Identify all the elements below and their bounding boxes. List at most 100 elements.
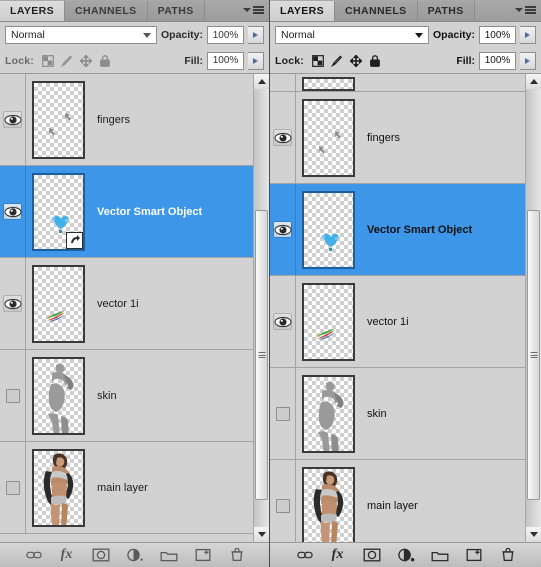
- lock-position-icon[interactable]: [80, 54, 93, 67]
- new-layer-icon[interactable]: [194, 547, 212, 563]
- layer-row[interactable]: fingers: [0, 74, 253, 166]
- blend-mode-select[interactable]: Normal: [5, 26, 157, 44]
- visibility-cell[interactable]: [0, 74, 26, 165]
- lock-image-pixels-icon[interactable]: [331, 54, 343, 67]
- opacity-input[interactable]: 100%: [207, 26, 244, 44]
- tab-paths[interactable]: PATHS: [147, 1, 205, 21]
- layer-thumbnail-cell[interactable]: [26, 356, 93, 435]
- scrollbar-thumb[interactable]: [255, 210, 268, 500]
- scroll-down-button[interactable]: [254, 527, 269, 542]
- layer-visibility-toggle[interactable]: [5, 388, 20, 403]
- layer-thumbnail[interactable]: [32, 172, 85, 251]
- opacity-stepper[interactable]: [520, 26, 536, 44]
- opacity-input[interactable]: 100%: [479, 26, 516, 44]
- layer-visibility-eye-icon[interactable]: [273, 313, 292, 330]
- layer-visibility-eye-icon[interactable]: [3, 203, 22, 220]
- layer-name[interactable]: Vector Smart Object: [363, 224, 525, 236]
- visibility-cell[interactable]: [0, 258, 26, 349]
- layer-name[interactable]: skin: [363, 408, 525, 420]
- panel-menu-icon[interactable]: [240, 4, 264, 16]
- layer-name[interactable]: fingers: [363, 132, 525, 144]
- adjustment-layer-icon[interactable]: [397, 547, 415, 563]
- layer-thumbnail[interactable]: [32, 356, 85, 435]
- tab-paths[interactable]: PATHS: [417, 1, 475, 21]
- layer-visibility-eye-icon[interactable]: [3, 111, 22, 128]
- layer-visibility-eye-icon[interactable]: [3, 295, 22, 312]
- layer-row[interactable]: skin: [270, 368, 525, 460]
- panel-menu-icon[interactable]: [512, 4, 536, 16]
- layer-name[interactable]: main layer: [93, 482, 253, 494]
- fill-input[interactable]: 100%: [479, 51, 516, 70]
- visibility-cell[interactable]: [270, 92, 296, 183]
- lock-transparent-pixels-icon[interactable]: [312, 54, 324, 67]
- link-layers-icon[interactable]: [295, 547, 313, 563]
- layer-name[interactable]: fingers: [93, 114, 253, 126]
- layer-visibility-eye-icon[interactable]: [273, 221, 292, 238]
- visibility-cell[interactable]: [0, 350, 26, 441]
- layer-thumbnail[interactable]: [302, 374, 355, 453]
- layer-row[interactable]: main layer: [0, 442, 253, 534]
- layer-visibility-toggle[interactable]: [5, 480, 20, 495]
- layer-thumbnail[interactable]: [32, 80, 85, 159]
- tab-layers[interactable]: LAYERS: [0, 1, 66, 21]
- tab-channels[interactable]: CHANNELS: [65, 1, 148, 21]
- new-group-folder-icon[interactable]: [431, 547, 449, 563]
- layer-thumbnail-cell[interactable]: [26, 80, 93, 159]
- layer-row[interactable]: main layer: [270, 460, 525, 542]
- scroll-up-button[interactable]: [526, 74, 541, 89]
- layer-thumbnail-cell[interactable]: [296, 374, 363, 453]
- delete-layer-trash-icon[interactable]: [499, 547, 517, 563]
- layer-mask-icon[interactable]: [363, 547, 381, 563]
- layer-thumbnail[interactable]: [302, 466, 355, 542]
- layer-list-scrollbar[interactable]: [525, 74, 541, 542]
- layer-row[interactable]: skin: [0, 350, 253, 442]
- layer-name[interactable]: vector 1i: [363, 316, 525, 328]
- layer-thumbnail[interactable]: [302, 77, 355, 91]
- new-layer-icon[interactable]: [465, 547, 483, 563]
- visibility-cell[interactable]: [0, 442, 26, 533]
- layer-row[interactable]: Vector Smart Object: [0, 166, 253, 258]
- tab-channels[interactable]: CHANNELS: [335, 1, 418, 21]
- layer-thumbnail-cell[interactable]: [26, 264, 93, 343]
- layer-row[interactable]: vector 1i: [270, 276, 525, 368]
- layer-thumbnail-cell[interactable]: [26, 448, 93, 527]
- blend-mode-select[interactable]: Normal: [275, 26, 429, 44]
- visibility-cell[interactable]: [270, 460, 296, 542]
- layer-visibility-toggle[interactable]: [275, 406, 290, 421]
- visibility-cell[interactable]: [270, 368, 296, 459]
- layer-mask-icon[interactable]: [92, 547, 110, 563]
- layer-thumbnail-cell[interactable]: [296, 77, 363, 91]
- layer-style-fx-icon[interactable]: fx: [329, 547, 347, 563]
- layer-visibility-toggle[interactable]: [275, 498, 290, 513]
- lock-transparent-pixels-icon[interactable]: [42, 54, 54, 67]
- lock-all-icon[interactable]: [99, 54, 111, 67]
- lock-all-icon[interactable]: [369, 54, 381, 67]
- fill-stepper[interactable]: [248, 51, 264, 70]
- layer-name[interactable]: skin: [93, 390, 253, 402]
- layer-thumbnail[interactable]: [302, 282, 355, 361]
- visibility-cell[interactable]: [0, 166, 26, 257]
- adjustment-layer-icon[interactable]: [126, 547, 144, 563]
- layer-row[interactable]: Vector Smart Object: [270, 184, 525, 276]
- fill-stepper[interactable]: [520, 51, 536, 70]
- scroll-up-button[interactable]: [254, 74, 269, 89]
- visibility-cell[interactable]: [270, 276, 296, 367]
- tab-layers[interactable]: LAYERS: [270, 1, 336, 21]
- new-group-folder-icon[interactable]: [160, 547, 178, 563]
- layer-name[interactable]: Vector Smart Object: [93, 206, 253, 218]
- layer-thumbnail-cell[interactable]: [296, 190, 363, 269]
- layer-style-fx-icon[interactable]: fx: [58, 547, 76, 563]
- layer-row[interactable]: fingers: [270, 92, 525, 184]
- scroll-down-button[interactable]: [526, 527, 541, 542]
- layer-thumbnail[interactable]: [302, 190, 355, 269]
- layer-row[interactable]: vector 1i: [0, 258, 253, 350]
- delete-layer-trash-icon[interactable]: [228, 547, 246, 563]
- opacity-stepper[interactable]: [248, 26, 264, 44]
- layer-thumbnail[interactable]: [32, 264, 85, 343]
- layer-thumbnail-cell[interactable]: [26, 172, 93, 251]
- visibility-cell[interactable]: [270, 74, 296, 91]
- layer-row[interactable]: [270, 74, 525, 92]
- layer-thumbnail[interactable]: [302, 98, 355, 177]
- lock-position-icon[interactable]: [350, 54, 363, 67]
- layer-name[interactable]: main layer: [363, 500, 525, 512]
